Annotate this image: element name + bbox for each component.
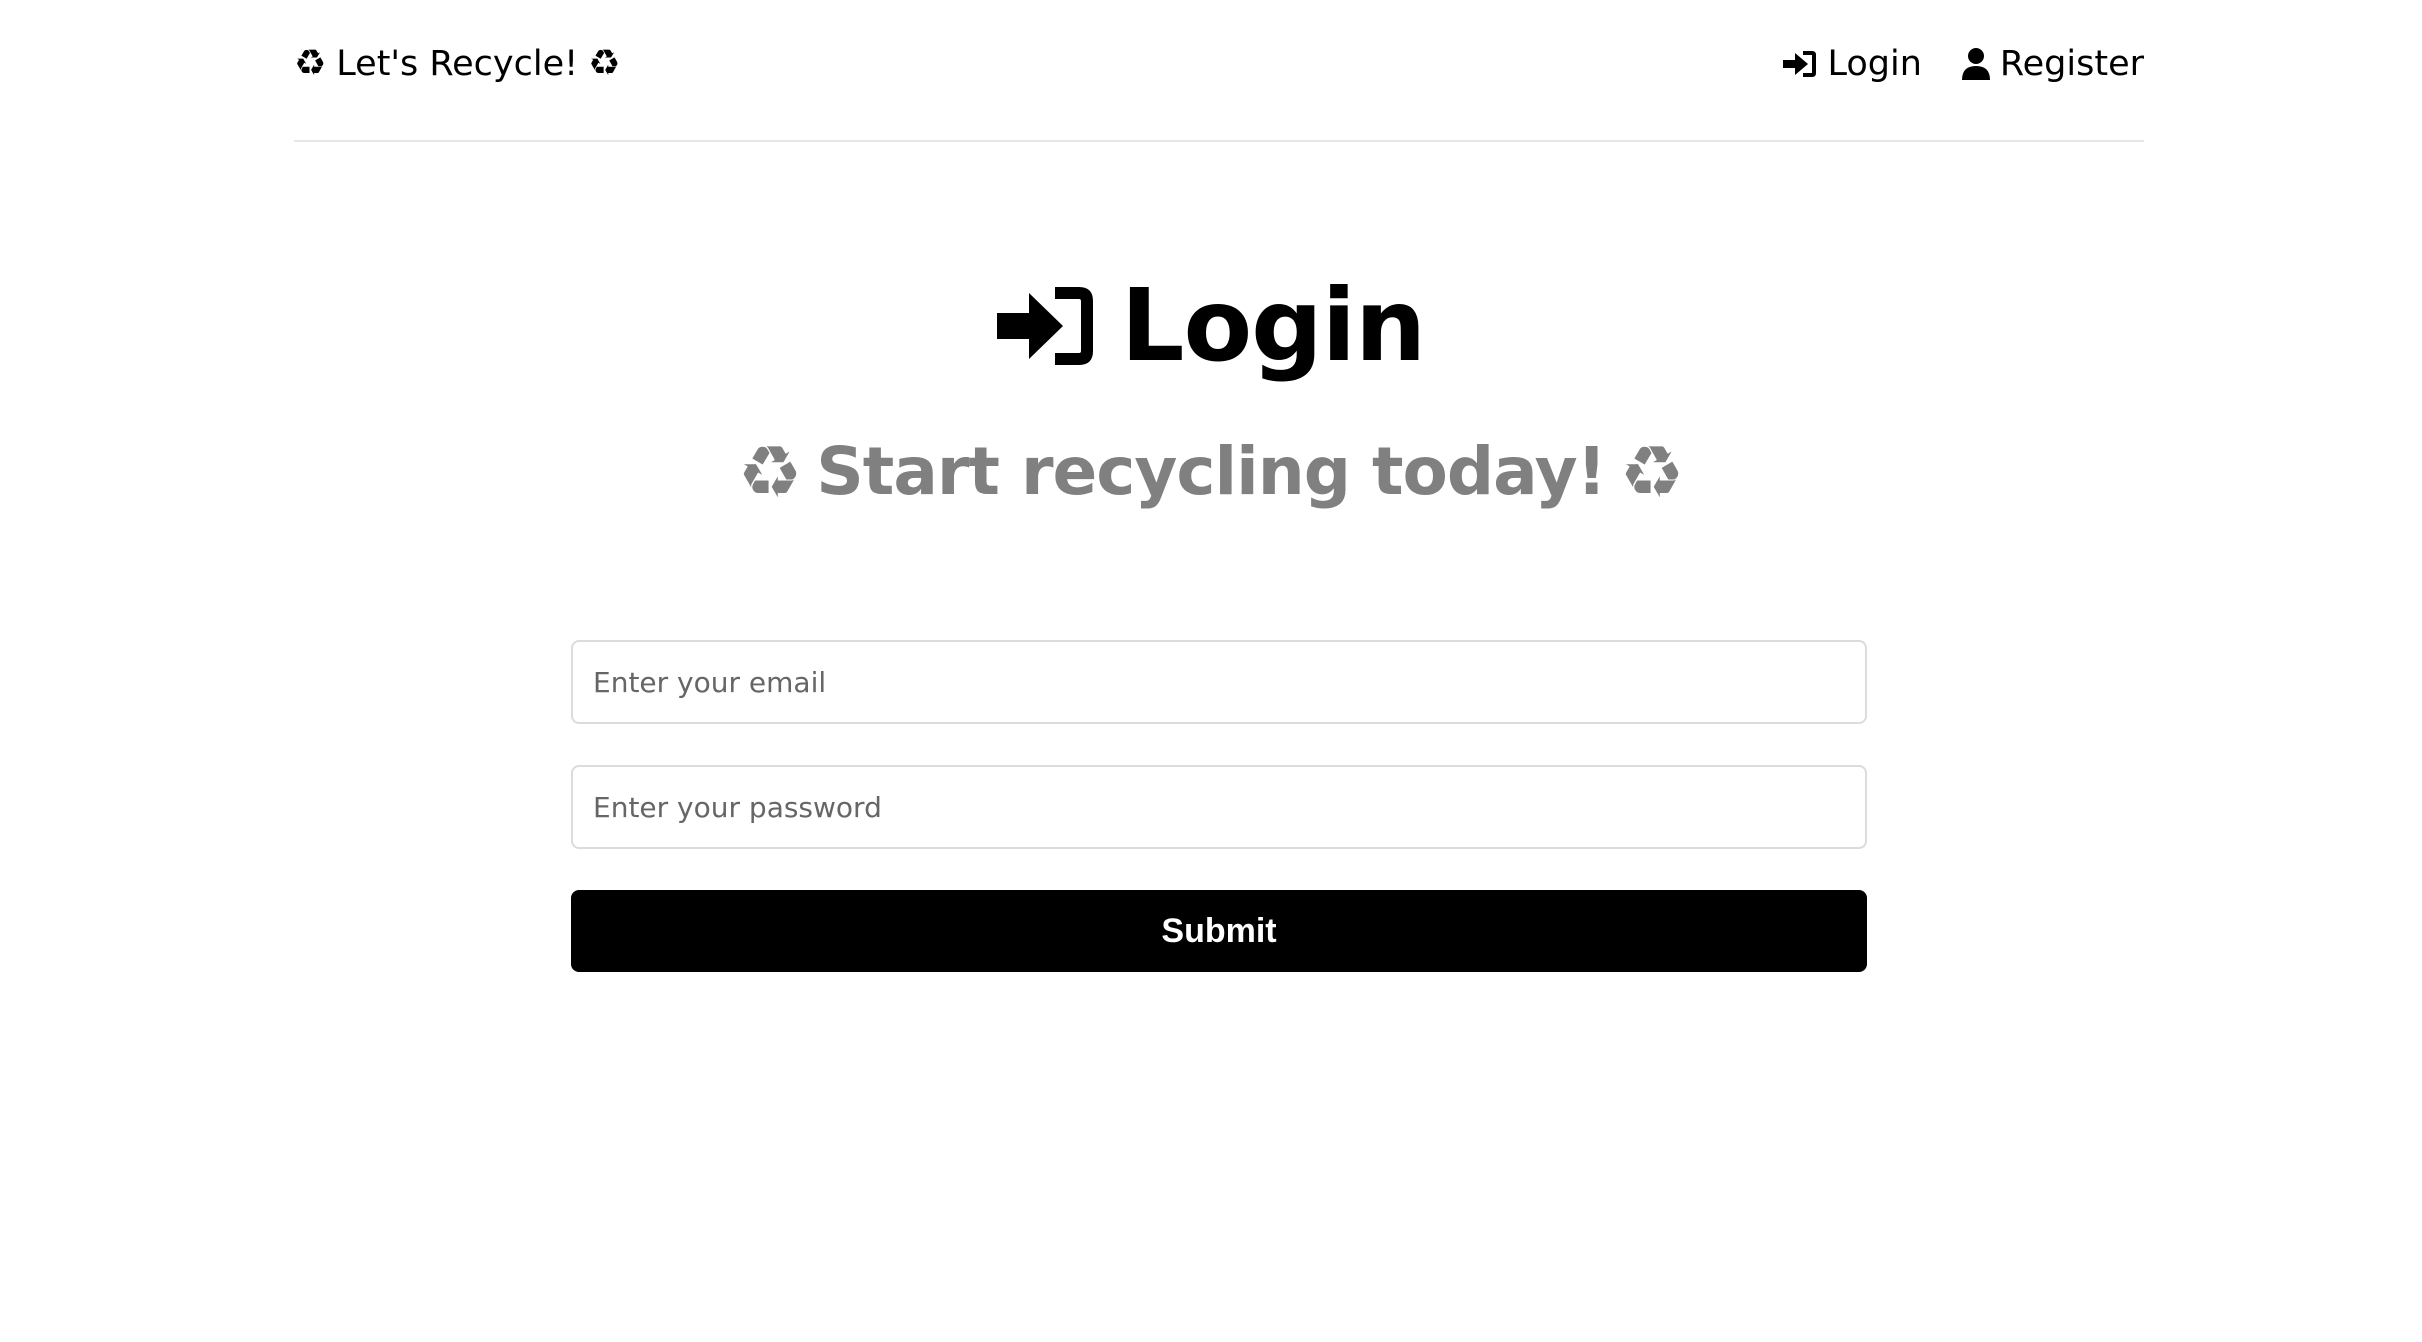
user-icon <box>1961 48 1990 80</box>
nav-login-link[interactable]: Login <box>1783 44 1922 84</box>
email-input[interactable] <box>571 640 1867 724</box>
logo-text: Let's Recycle! <box>336 44 579 84</box>
recycle-icon: ♻ <box>737 430 803 514</box>
submit-button[interactable]: Submit <box>571 890 1867 972</box>
page-subtitle: ♻ Start recycling today! ♻ <box>0 436 2422 508</box>
page-title-text: Login <box>1120 267 1426 384</box>
login-form: Submit <box>571 640 1867 972</box>
nav-login-label: Login <box>1827 44 1922 84</box>
main-nav: Login Register <box>1783 44 2144 84</box>
nav-register-link[interactable]: Register <box>1961 44 2144 84</box>
recycle-icon: ♻ <box>588 43 621 84</box>
site-logo[interactable]: ♻ Let's Recycle! ♻ <box>294 44 620 84</box>
sign-in-icon <box>1783 51 1817 77</box>
page-subtitle-text: Start recycling today! <box>816 433 1606 510</box>
recycle-icon: ♻ <box>294 43 327 84</box>
site-header: ♻ Let's Recycle! ♻ Login Register <box>294 0 2144 142</box>
recycle-icon: ♻ <box>1619 430 1685 514</box>
password-input[interactable] <box>571 765 1867 849</box>
nav-register-label: Register <box>1999 44 2144 84</box>
page-title: Login <box>0 276 2422 376</box>
sign-in-icon <box>996 287 1093 365</box>
